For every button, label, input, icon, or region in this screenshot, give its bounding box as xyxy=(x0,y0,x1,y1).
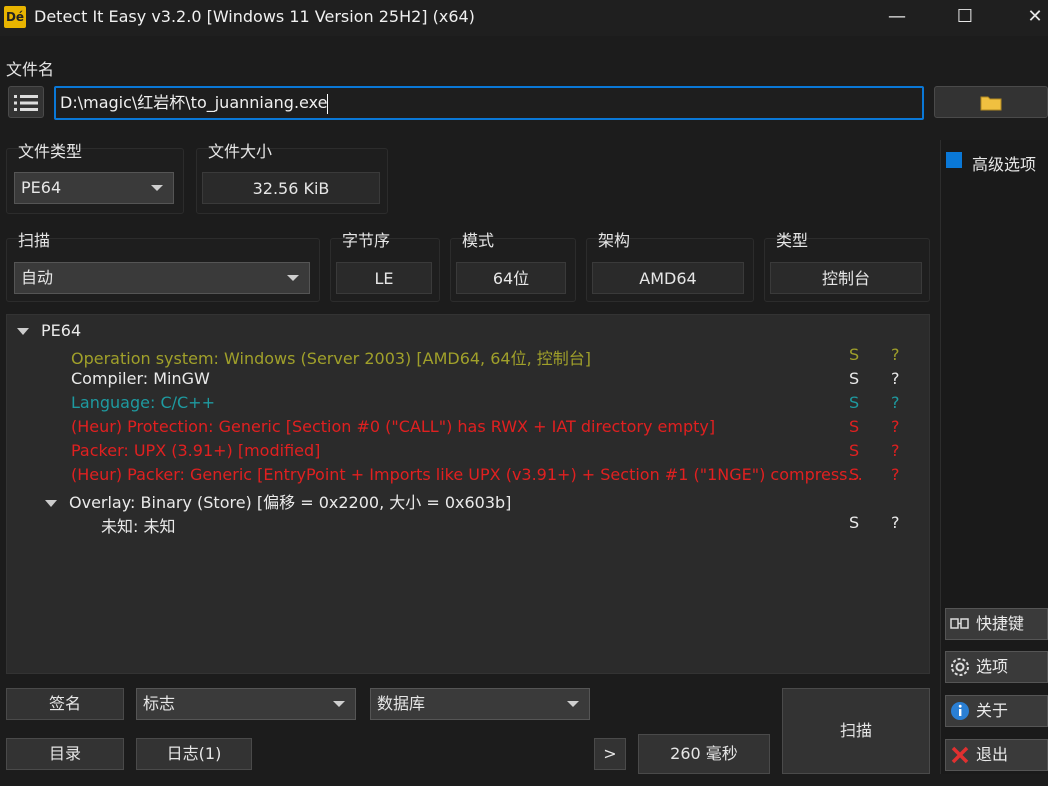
shortcut-icon xyxy=(950,618,969,629)
overlay-child-label: 未知: 未知 xyxy=(101,517,176,536)
advanced-label: 高级选项 xyxy=(972,155,1037,174)
overlay-node[interactable]: Overlay: Binary (Store) [偏移 = 0x2200, 大小… xyxy=(45,489,511,513)
overlay-label: Overlay: Binary (Store) [偏移 = 0x2200, 大小… xyxy=(69,493,512,512)
scan-mode-select[interactable]: 自动 xyxy=(14,262,310,294)
mode-value: 64位 xyxy=(456,262,566,294)
app-icon: Dé xyxy=(4,6,26,28)
database-select[interactable]: 数据库 xyxy=(370,688,590,720)
open-file-button[interactable] xyxy=(934,86,1048,118)
flags-value: 标志 xyxy=(143,694,176,713)
result-row-s-button[interactable]: S xyxy=(849,465,859,484)
filetype-label: 文件类型 xyxy=(18,142,83,161)
close-button[interactable]: ✕ xyxy=(1012,0,1048,36)
result-row-info-button[interactable]: ? xyxy=(891,369,900,388)
directory-button[interactable]: 目录 xyxy=(6,738,124,770)
result-row-s-button[interactable]: S xyxy=(849,393,859,412)
result-row-s-button[interactable]: S xyxy=(849,417,859,436)
result-row-info-button[interactable]: ? xyxy=(891,393,900,412)
endian-value: LE xyxy=(336,262,432,294)
list-icon xyxy=(14,95,38,111)
title-bar: Dé Detect It Easy v3.2.0 [Windows 11 Ver… xyxy=(0,0,1048,36)
scan-time-display: 260 毫秒 xyxy=(638,734,770,774)
result-row-text: (Heur) Protection: Generic [Section #0 (… xyxy=(71,417,716,436)
log-button[interactable]: 日志(1) xyxy=(136,738,252,770)
filename-label: 文件名 xyxy=(6,60,55,79)
type-label: 类型 xyxy=(776,231,809,250)
signature-button[interactable]: 签名 xyxy=(6,688,124,720)
result-row-text: Packer: UPX (3.91+) [modified] xyxy=(71,441,321,460)
result-row-s-button[interactable]: S xyxy=(849,441,859,460)
overlay-child-s-button[interactable]: S xyxy=(849,513,859,532)
type-value: 控制台 xyxy=(770,262,922,294)
result-row-info-button[interactable]: ? xyxy=(891,465,900,484)
filetype-select[interactable]: PE64 xyxy=(14,172,174,204)
exit-icon xyxy=(951,746,969,764)
result-row-text: Language: C/C++ xyxy=(71,393,215,412)
scan-label: 扫描 xyxy=(18,231,51,250)
filename-input[interactable]: D:\magic\红岩杯\to_juanniang.exe xyxy=(54,86,924,120)
chevron-down-icon xyxy=(333,701,345,707)
scan-button[interactable]: 扫描 xyxy=(782,688,930,774)
filename-value: D:\magic\红岩杯\to_juanniang.exe xyxy=(60,93,328,112)
about-button[interactable]: 关于 xyxy=(945,695,1048,727)
shortcuts-label: 快捷键 xyxy=(976,614,1025,633)
folder-icon xyxy=(980,96,1002,111)
options-button[interactable]: 选项 xyxy=(945,651,1048,683)
minimize-button[interactable]: — xyxy=(874,0,920,36)
exit-button[interactable]: 退出 xyxy=(945,739,1048,771)
scan-mode-value: 自动 xyxy=(21,268,54,287)
mode-label: 模式 xyxy=(462,231,495,250)
result-row-text: Compiler: MinGW xyxy=(71,369,210,388)
result-row-text: (Heur) Packer: Generic [EntryPoint + Imp… xyxy=(71,465,863,484)
info-icon xyxy=(951,702,969,720)
maximize-button[interactable]: ☐ xyxy=(942,0,988,36)
result-row-info-button[interactable]: ? xyxy=(891,345,900,364)
gear-icon xyxy=(951,658,969,676)
result-row-info-button[interactable]: ? xyxy=(891,417,900,436)
shortcuts-button[interactable]: 快捷键 xyxy=(945,608,1048,640)
exit-label: 退出 xyxy=(976,745,1009,764)
overlay-child-info-button[interactable]: ? xyxy=(891,513,900,532)
chevron-down-icon xyxy=(287,275,299,281)
endian-label: 字节序 xyxy=(342,231,391,250)
next-button[interactable]: > xyxy=(594,738,626,770)
arch-label: 架构 xyxy=(598,231,631,250)
expand-arrow-icon[interactable] xyxy=(45,500,57,507)
about-label: 关于 xyxy=(976,701,1009,720)
tree-root-label: PE64 xyxy=(41,321,82,340)
expand-arrow-icon[interactable] xyxy=(17,328,29,335)
chevron-down-icon xyxy=(567,701,579,707)
menu-button[interactable] xyxy=(8,86,44,118)
database-value: 数据库 xyxy=(377,694,426,713)
results-tree[interactable]: PE64 Operation system: Windows (Server 2… xyxy=(6,314,930,674)
result-row-info-button[interactable]: ? xyxy=(891,441,900,460)
result-row-s-button[interactable]: S xyxy=(849,369,859,388)
window-title: Detect It Easy v3.2.0 [Windows 11 Versio… xyxy=(34,7,475,26)
tree-root[interactable]: PE64 xyxy=(17,321,81,340)
options-label: 选项 xyxy=(976,657,1009,676)
filesize-value: 32.56 KiB xyxy=(202,172,380,204)
chevron-down-icon xyxy=(151,185,163,191)
result-row-text: Operation system: Windows (Server 2003) … xyxy=(71,349,592,368)
flags-select[interactable]: 标志 xyxy=(136,688,356,720)
arch-value: AMD64 xyxy=(592,262,744,294)
result-row-s-button[interactable]: S xyxy=(849,345,859,364)
advanced-checkbox[interactable] xyxy=(946,152,962,168)
filetype-value: PE64 xyxy=(21,178,62,197)
filesize-label: 文件大小 xyxy=(208,142,273,161)
